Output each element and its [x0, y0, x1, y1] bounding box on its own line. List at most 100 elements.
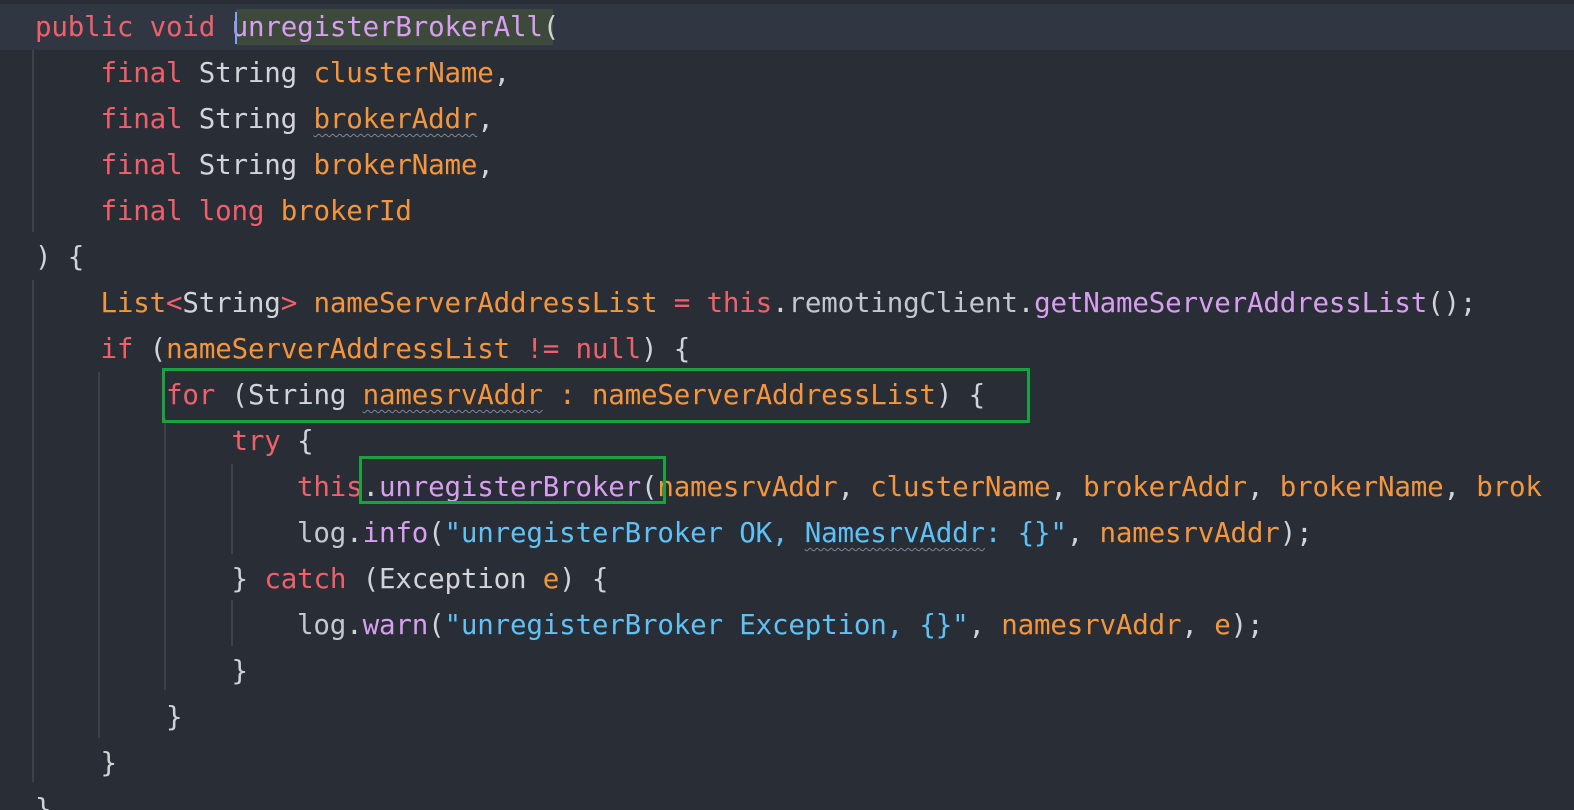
type: String [198, 57, 298, 89]
string-literal: : {}" [984, 517, 1067, 549]
type: String [198, 149, 298, 181]
keyword: final [100, 57, 183, 89]
punctuation: ( [428, 609, 445, 641]
argument: brok [1476, 471, 1542, 503]
string-literal: NamesrvAddr [804, 517, 985, 549]
type: List [100, 287, 167, 319]
variable: nameServerAddressList [166, 333, 510, 365]
punctuation: ) { [559, 563, 609, 595]
code-line-7: List<String> nameServerAddressList = thi… [35, 280, 1477, 326]
punctuation: > [280, 287, 298, 319]
code-line-11: this.unregisterBroker(namesrvAddr, clust… [35, 464, 1542, 510]
argument: namesrvAddr [657, 471, 838, 503]
parameter: brokerName [313, 149, 478, 181]
field: remotingClient [788, 287, 1018, 319]
keyword: public [35, 11, 134, 43]
punctuation: . [772, 287, 789, 319]
operator: != [526, 333, 560, 365]
keyword: final [100, 149, 183, 181]
indent-guide [32, 50, 34, 232]
punctuation: ( [362, 563, 380, 595]
punctuation: ( [149, 333, 167, 365]
argument: clusterName [870, 471, 1051, 503]
code-line-18: } [35, 786, 52, 810]
keyword: this [706, 287, 773, 319]
argument: namesrvAddr [1001, 609, 1182, 641]
keyword: final [100, 103, 183, 135]
punctuation: . [346, 609, 363, 641]
string-literal: "unregisterBroker OK, [444, 517, 805, 549]
punctuation: { [297, 425, 314, 457]
punctuation: ); [1230, 609, 1264, 641]
punctuation: } [231, 655, 249, 687]
code-line-12: log.info("unregisterBroker OK, NamesrvAd… [35, 510, 1313, 556]
punctuation: < [166, 287, 183, 319]
punctuation: , [477, 103, 494, 135]
argument: namesrvAddr [1099, 517, 1280, 549]
punctuation: ( [542, 11, 560, 43]
type: String [198, 103, 298, 135]
code-line-13: } catch (Exception e) { [35, 556, 609, 602]
indent-guide [32, 280, 34, 782]
operator: = [673, 287, 691, 319]
for-loop-highlight-box [162, 368, 1030, 423]
punctuation: , [968, 609, 1002, 641]
type: String [182, 287, 281, 319]
code-line-16: } [35, 694, 183, 740]
punctuation: ( [428, 517, 445, 549]
code-line-1: public void unregisterBrokerAll( [35, 4, 559, 50]
variable: e [542, 563, 560, 595]
argument: brokerName [1279, 471, 1444, 503]
code-line-14: log.warn("unregisterBroker Exception, {}… [35, 602, 1263, 648]
punctuation: , [837, 471, 871, 503]
keyword: this [297, 471, 363, 503]
string-literal: "unregisterBroker Exception, {}" [444, 609, 969, 641]
punctuation: , [1066, 517, 1100, 549]
parameter: brokerId [280, 195, 412, 227]
code-line-10: try { [35, 418, 314, 464]
argument: brokerAddr [1083, 471, 1247, 503]
method-name: unregisterBrokerAll [231, 11, 543, 43]
code-line-15: } [35, 648, 249, 694]
keyword: catch [264, 563, 347, 595]
method-call: getNameServerAddressList [1034, 287, 1428, 319]
punctuation: (); [1427, 287, 1477, 319]
punctuation: } [35, 793, 52, 810]
code-line-5: final long brokerId [35, 188, 412, 234]
object: log [297, 517, 347, 549]
punctuation: , [1443, 471, 1477, 503]
code-line-6: ) { [35, 234, 84, 280]
punctuation: . [346, 517, 363, 549]
punctuation: ) { [641, 333, 691, 365]
code-editor[interactable]: public void unregisterBrokerAll( final S… [0, 0, 1574, 810]
punctuation: ); [1279, 517, 1313, 549]
code-line-17: } [35, 740, 118, 786]
punctuation: } [231, 563, 249, 595]
keyword: long [198, 195, 265, 227]
object: log [297, 609, 347, 641]
punctuation: } [166, 701, 183, 733]
parameter: clusterName [313, 57, 494, 89]
code-line-8: if (nameServerAddressList != null) { [35, 326, 691, 372]
keyword: final [100, 195, 183, 227]
text-cursor [235, 12, 237, 44]
punctuation: , [493, 57, 511, 89]
punctuation: . [1017, 287, 1035, 319]
keyword: try [231, 425, 281, 457]
code-line-4: final String brokerName, [35, 142, 494, 188]
unregister-broker-highlight-box [359, 456, 666, 504]
punctuation: , [1050, 471, 1084, 503]
punctuation: ) { [35, 241, 85, 273]
parameter: brokerAddr [313, 103, 478, 135]
keyword: void [149, 11, 216, 43]
type: Exception [378, 563, 527, 595]
punctuation: , [477, 149, 494, 181]
punctuation: , [1181, 609, 1215, 641]
keyword: null [575, 333, 642, 365]
code-line-2: final String clusterName, [35, 50, 511, 96]
code-line-3: final String brokerAddr, [35, 96, 494, 142]
keyword: if [100, 333, 134, 365]
argument: e [1214, 609, 1231, 641]
method-call: warn [362, 609, 429, 641]
method-call: info [362, 517, 429, 549]
